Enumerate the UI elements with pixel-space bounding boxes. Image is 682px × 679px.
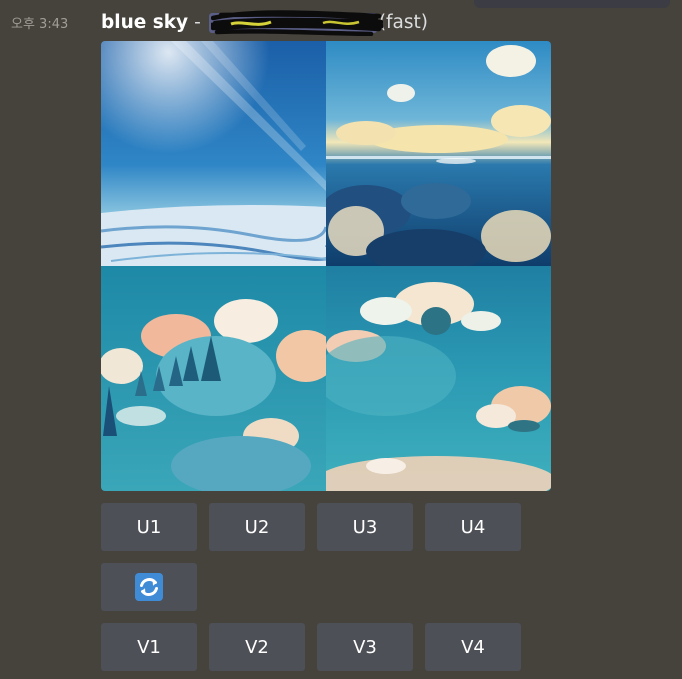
upscale-4-button[interactable]: U4 xyxy=(425,503,521,551)
message-header: blue sky - (fast) xyxy=(101,8,428,36)
message-timestamp: 오후 3:43 xyxy=(11,17,69,32)
reroll-button[interactable] xyxy=(101,563,197,611)
toolbar-edge xyxy=(474,0,670,8)
variation-3-button[interactable]: V3 xyxy=(317,623,413,671)
variation-2-button[interactable]: V2 xyxy=(209,623,305,671)
grid-image-3-art xyxy=(101,266,326,491)
grid-image-3[interactable] xyxy=(101,266,326,491)
chat-message: 오후 3:43 blue sky - (fast) U1 U2 U3 U4 V1… xyxy=(0,0,682,679)
redaction-scribble xyxy=(210,10,383,36)
grid-image-1-art xyxy=(101,41,326,266)
upscale-3-button[interactable]: U3 xyxy=(317,503,413,551)
speed-label: (fast) xyxy=(378,11,428,33)
variation-1-button[interactable]: V1 xyxy=(101,623,197,671)
prompt-text: blue sky xyxy=(101,11,189,33)
variation-4-button[interactable]: V4 xyxy=(425,623,521,671)
grid-image-2[interactable] xyxy=(326,41,551,266)
upscale-1-button[interactable]: U1 xyxy=(101,503,197,551)
separator: - xyxy=(194,11,201,33)
reroll-icon xyxy=(135,573,163,601)
grid-image-1[interactable] xyxy=(101,41,326,266)
redacted-user-mention[interactable] xyxy=(207,9,383,36)
image-grid[interactable] xyxy=(101,41,551,491)
grid-image-2-art xyxy=(326,41,551,266)
upscale-2-button[interactable]: U2 xyxy=(209,503,305,551)
grid-image-4[interactable] xyxy=(326,266,551,491)
grid-image-4-art xyxy=(326,266,551,491)
